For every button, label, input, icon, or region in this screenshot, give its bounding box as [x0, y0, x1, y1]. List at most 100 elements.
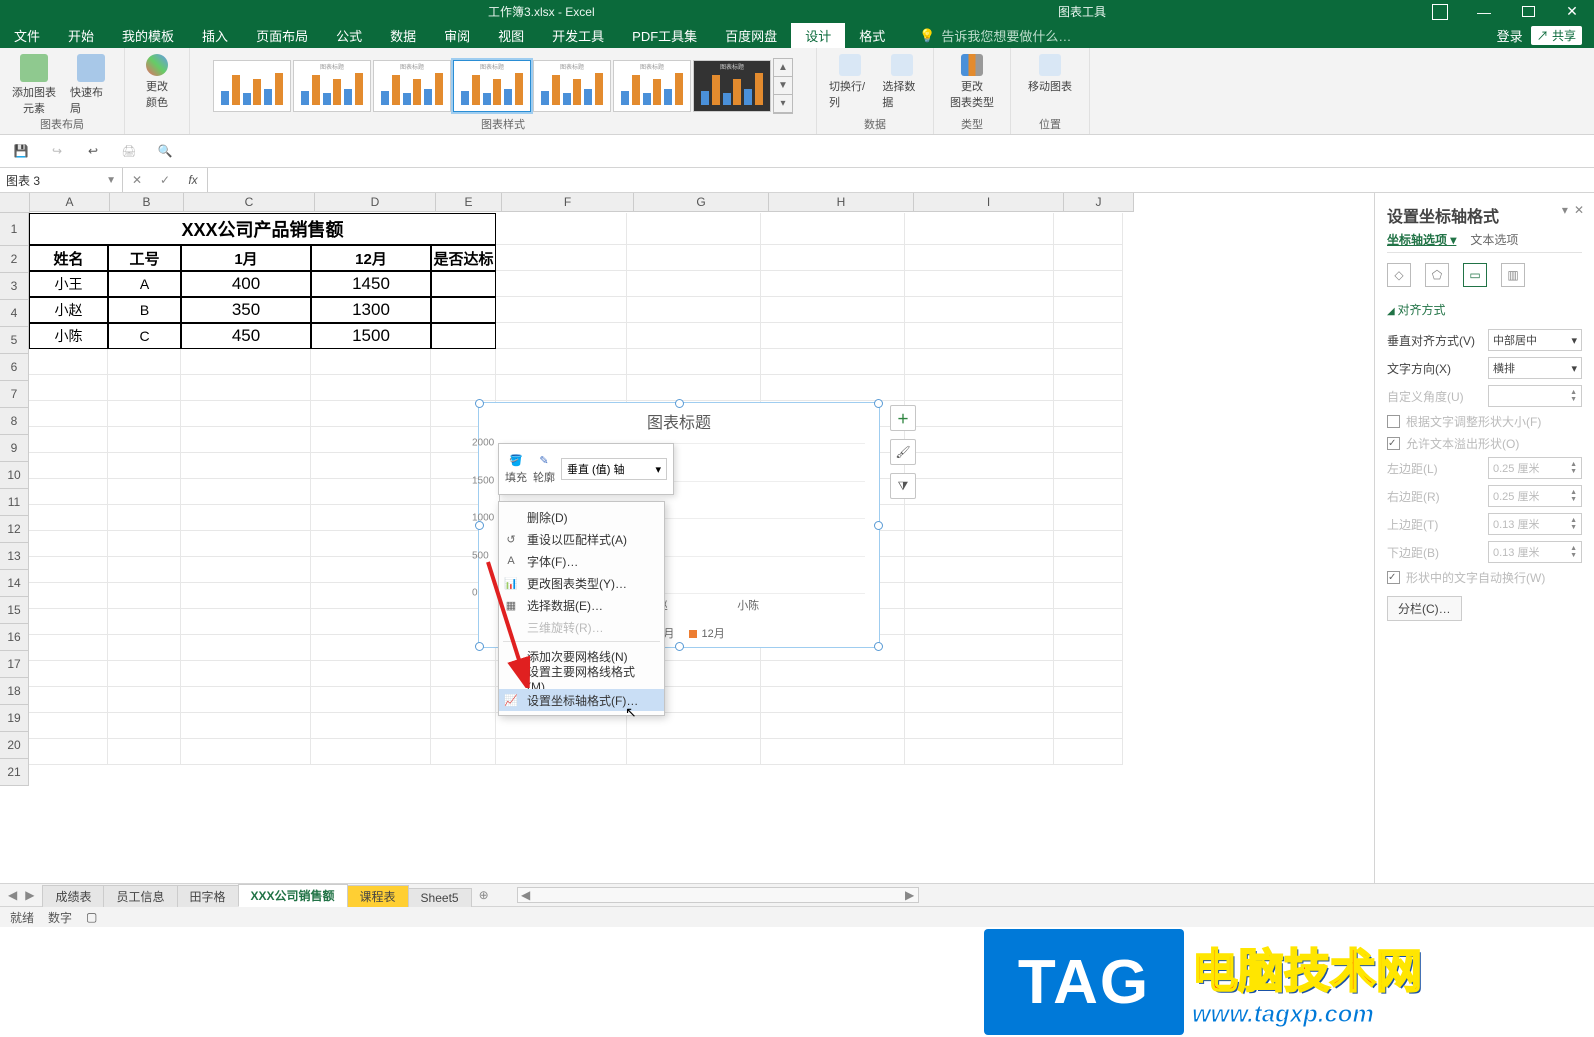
cell[interactable]	[905, 401, 1054, 427]
cell[interactable]	[1054, 375, 1123, 401]
cell[interactable]	[311, 713, 431, 739]
row-header[interactable]: 14	[0, 570, 29, 597]
cell[interactable]	[311, 583, 431, 609]
resize-handle[interactable]	[874, 521, 883, 530]
section-alignment[interactable]: 对齐方式	[1387, 301, 1582, 318]
cell[interactable]	[29, 505, 108, 531]
cell[interactable]	[108, 557, 181, 583]
cell[interactable]	[311, 609, 431, 635]
pane-close-icon[interactable]: ✕	[1574, 203, 1584, 217]
cell[interactable]	[29, 349, 108, 375]
cell[interactable]	[431, 687, 496, 713]
cell[interactable]: 小陈	[29, 323, 108, 349]
column-header[interactable]: I	[914, 193, 1064, 212]
cell[interactable]	[1054, 739, 1123, 765]
tab-baidudisk[interactable]: 百度网盘	[711, 23, 791, 48]
tab-file[interactable]: 文件	[0, 23, 54, 48]
tab-view[interactable]: 视图	[484, 23, 538, 48]
cell[interactable]	[905, 427, 1054, 453]
column-header[interactable]: A	[30, 193, 110, 212]
sheet-tab[interactable]: 成绩表	[42, 885, 104, 907]
cell[interactable]	[311, 349, 431, 375]
cell[interactable]	[29, 479, 108, 505]
tab-design[interactable]: 设计	[791, 23, 845, 48]
cell[interactable]	[905, 297, 1054, 323]
cell[interactable]	[29, 635, 108, 661]
cell[interactable]	[431, 349, 496, 375]
cell[interactable]	[905, 271, 1054, 297]
cell[interactable]: 1500	[311, 323, 431, 349]
cell[interactable]	[431, 271, 496, 297]
resize-handle[interactable]	[475, 642, 484, 651]
row-header[interactable]: 5	[0, 327, 29, 354]
cell[interactable]	[1054, 453, 1123, 479]
cell[interactable]	[905, 557, 1054, 583]
context-menu-item[interactable]: ↺重设以匹配样式(A)	[499, 528, 664, 550]
cell[interactable]	[761, 349, 905, 375]
cell[interactable]	[761, 713, 905, 739]
cell[interactable]	[627, 739, 761, 765]
cell[interactable]: 是否达标	[431, 245, 496, 271]
cell[interactable]	[761, 687, 905, 713]
row-header[interactable]: 8	[0, 408, 29, 435]
cell[interactable]	[627, 271, 761, 297]
cell[interactable]	[905, 453, 1054, 479]
cell[interactable]	[181, 661, 311, 687]
cell[interactable]	[905, 375, 1054, 401]
select-data-button[interactable]: 选择数据	[878, 52, 925, 112]
chart-filters-button[interactable]: ⧩	[890, 473, 916, 499]
context-menu-item[interactable]: 📈设置坐标轴格式(F)…	[499, 689, 664, 711]
cell[interactable]	[108, 609, 181, 635]
cell[interactable]	[181, 505, 311, 531]
row-header[interactable]: 21	[0, 759, 29, 786]
cell[interactable]	[108, 401, 181, 427]
pane-options-icon[interactable]: ▾	[1562, 203, 1568, 217]
cell[interactable]	[905, 713, 1054, 739]
cell[interactable]	[627, 245, 761, 271]
quick-layout-button[interactable]: 快速布局	[66, 52, 116, 118]
print-icon[interactable]: 🖨	[118, 140, 140, 162]
chart-element-selector[interactable]: 垂直 (值) 轴▾	[561, 458, 667, 480]
cell[interactable]	[496, 375, 627, 401]
preview-icon[interactable]: 🔍	[154, 140, 176, 162]
name-box[interactable]: 图表 3 ▼	[0, 168, 123, 192]
column-header[interactable]: F	[502, 193, 634, 212]
cell[interactable]	[29, 375, 108, 401]
cell[interactable]	[761, 297, 905, 323]
cell[interactable]	[181, 687, 311, 713]
sheet-tab[interactable]: 田字格	[177, 885, 239, 907]
cell[interactable]	[905, 323, 1054, 349]
cell[interactable]	[496, 739, 627, 765]
tab-pagelayout[interactable]: 页面布局	[242, 23, 322, 48]
sheet-tab[interactable]: 课程表	[347, 885, 409, 907]
insert-function-icon[interactable]: fx	[179, 173, 207, 187]
tell-me-search[interactable]: 💡 告诉我您想要做什么…	[919, 23, 1071, 48]
minimize-button[interactable]: —	[1462, 0, 1506, 23]
cell[interactable]	[905, 661, 1054, 687]
cell[interactable]	[1054, 401, 1123, 427]
cell[interactable]	[108, 427, 181, 453]
column-header[interactable]: J	[1064, 193, 1134, 212]
cell[interactable]	[181, 427, 311, 453]
cell[interactable]	[905, 245, 1054, 271]
cell[interactable]	[108, 583, 181, 609]
cell[interactable]	[181, 401, 311, 427]
cell[interactable]	[431, 661, 496, 687]
cell[interactable]	[627, 213, 761, 245]
cell[interactable]	[181, 453, 311, 479]
cell[interactable]	[905, 739, 1054, 765]
cell[interactable]	[1054, 505, 1123, 531]
resize-handle[interactable]	[675, 399, 684, 408]
cell[interactable]	[905, 505, 1054, 531]
chart-styles-button[interactable]: 🖌	[890, 439, 916, 465]
row-header[interactable]: 6	[0, 354, 29, 381]
formula-bar[interactable]	[208, 168, 1594, 192]
cell[interactable]	[29, 557, 108, 583]
column-header[interactable]: G	[634, 193, 769, 212]
cell[interactable]	[108, 479, 181, 505]
cell[interactable]	[29, 713, 108, 739]
cell[interactable]	[1054, 245, 1123, 271]
cell[interactable]	[108, 739, 181, 765]
cell[interactable]	[29, 739, 108, 765]
pane-tab-text-options[interactable]: 文本选项	[1470, 231, 1518, 248]
